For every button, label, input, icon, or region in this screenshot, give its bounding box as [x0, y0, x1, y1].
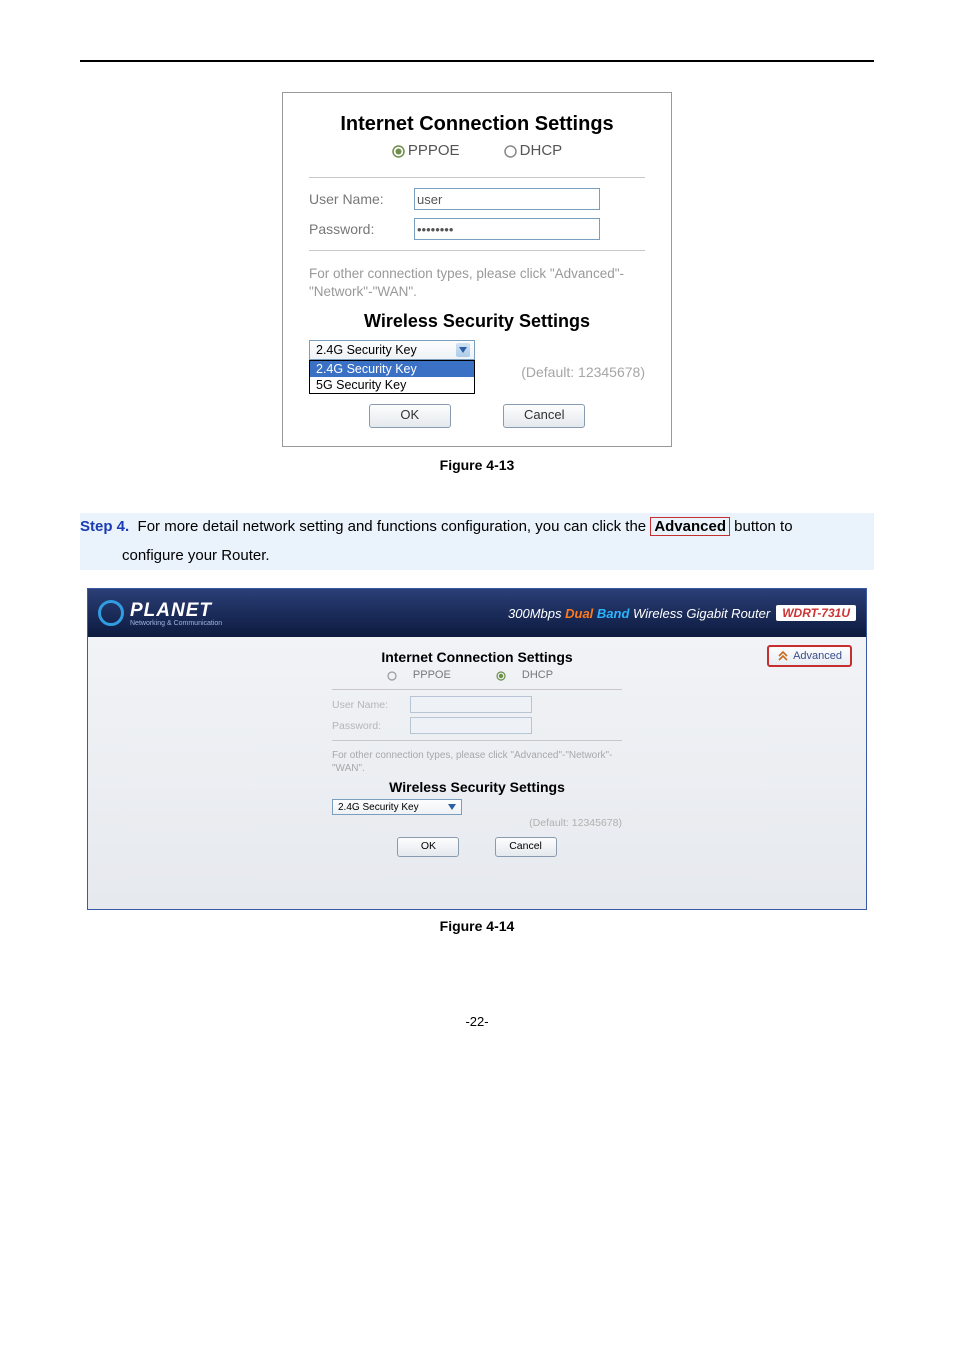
inner-ok-button[interactable]: OK — [397, 837, 459, 857]
security-key-dropdown-list: 2.4G Security Key 5G Security Key — [309, 360, 475, 394]
divider — [309, 250, 645, 251]
advanced-icon — [777, 650, 789, 662]
ok-button[interactable]: OK — [369, 404, 451, 428]
inner-pppoe-label: PPPOE — [413, 669, 451, 681]
radio-unselected-icon — [504, 145, 517, 158]
inner-security-select[interactable]: 2.4G Security Key — [332, 799, 462, 815]
inner-wireless-heading: Wireless Security Settings — [332, 779, 622, 795]
help-text: For other connection types, please click… — [309, 265, 645, 301]
inner-username-label: User Name: — [332, 699, 410, 711]
default-key-label: (Default: 12345678) — [521, 364, 645, 380]
advanced-button[interactable]: Advanced — [767, 645, 852, 667]
step-label: Step 4. — [80, 518, 129, 535]
step-text-3: configure your Router. — [80, 542, 874, 571]
inner-password-row: Password: — [332, 717, 622, 734]
step-text-1: For more detail network setting and func… — [138, 518, 651, 535]
router-header: PLANET Networking & Communication 300Mbp… — [88, 589, 866, 637]
inner-cancel-button[interactable]: Cancel — [495, 837, 557, 857]
router-body: Advanced Internet Connection Settings PP… — [88, 637, 866, 909]
title-band: Band — [597, 606, 630, 621]
inner-radio-pppoe[interactable]: PPPOE — [387, 669, 468, 681]
inner-dhcp-label: DHCP — [522, 669, 553, 681]
radio-dhcp[interactable]: DHCP — [504, 142, 563, 159]
radio-dhcp-label: DHCP — [520, 142, 563, 159]
internet-connection-heading: Internet Connection Settings — [309, 113, 645, 136]
radio-pppoe[interactable]: PPPOE — [392, 142, 460, 159]
inner-button-row: OK Cancel — [332, 837, 622, 857]
title-rest: Wireless Gigabit Router — [633, 606, 770, 621]
radio-selected-icon — [496, 671, 506, 681]
figure-4-14-caption: Figure 4-14 — [80, 918, 874, 934]
username-row: User Name: — [309, 188, 645, 210]
advanced-highlight: Advanced — [650, 517, 730, 536]
password-row: Password: — [309, 218, 645, 240]
header-title: 300Mbps Dual Band Wireless Gigabit Route… — [508, 605, 856, 621]
advanced-button-label: Advanced — [793, 650, 842, 662]
dropdown-option-5g[interactable]: 5G Security Key — [310, 377, 474, 393]
cancel-button[interactable]: Cancel — [503, 404, 585, 428]
security-key-dropdown-area: 2.4G Security Key 2.4G Security Key 5G S… — [309, 340, 645, 398]
inner-username-input[interactable] — [410, 696, 532, 713]
radio-selected-icon — [392, 145, 405, 158]
inner-help-text: For other connection types, please click… — [332, 749, 622, 775]
divider — [332, 689, 622, 690]
inner-conn-heading: Internet Connection Settings — [332, 649, 622, 665]
logo-ring-icon — [98, 600, 124, 626]
title-dual: Dual — [565, 606, 593, 621]
divider — [332, 740, 622, 741]
page-number: -22- — [80, 1014, 874, 1029]
radio-pppoe-label: PPPOE — [408, 142, 460, 159]
title-300mbps: 300Mbps — [508, 606, 561, 621]
step-4-instruction: Step 4. For more detail network setting … — [80, 513, 874, 570]
wireless-security-heading: Wireless Security Settings — [309, 311, 645, 332]
inner-username-row: User Name: — [332, 696, 622, 713]
radio-unselected-icon — [387, 671, 397, 681]
inner-settings-panel: Internet Connection Settings PPPOE DHCP … — [332, 649, 622, 857]
dropdown-option-24g[interactable]: 2.4G Security Key — [310, 361, 474, 377]
top-divider — [80, 60, 874, 62]
inner-password-label: Password: — [332, 720, 410, 732]
button-row: OK Cancel — [309, 404, 645, 428]
model-badge: WDRT-731U — [776, 605, 856, 621]
security-key-select[interactable]: 2.4G Security Key — [309, 340, 475, 360]
password-input[interactable] — [414, 218, 600, 240]
inner-password-input[interactable] — [410, 717, 532, 734]
figure-4-13-caption: Figure 4-13 — [80, 457, 874, 473]
security-key-select-value: 2.4G Security Key — [316, 343, 417, 357]
password-label: Password: — [309, 221, 414, 237]
inner-default-label: (Default: 12345678) — [332, 817, 622, 829]
router-page-figure-4-14: PLANET Networking & Communication 300Mbp… — [87, 588, 867, 910]
inner-radio-row: PPPOE DHCP — [332, 669, 622, 681]
chevron-down-icon — [448, 804, 456, 810]
username-label: User Name: — [309, 191, 414, 207]
settings-panel-figure-4-13: Internet Connection Settings PPPOE DHCP … — [282, 92, 672, 447]
chevron-down-icon — [456, 343, 470, 357]
brand-name: PLANET — [130, 600, 212, 621]
divider — [309, 177, 645, 178]
connection-type-radios: PPPOE DHCP — [309, 142, 645, 159]
brand-logo: PLANET Networking & Communication — [98, 600, 222, 627]
inner-security-select-value: 2.4G Security Key — [338, 802, 419, 813]
username-input[interactable] — [414, 188, 600, 210]
inner-radio-dhcp[interactable]: DHCP — [496, 669, 567, 681]
step-text-2: button to — [730, 518, 793, 535]
brand-tagline: Networking & Communication — [130, 620, 222, 627]
